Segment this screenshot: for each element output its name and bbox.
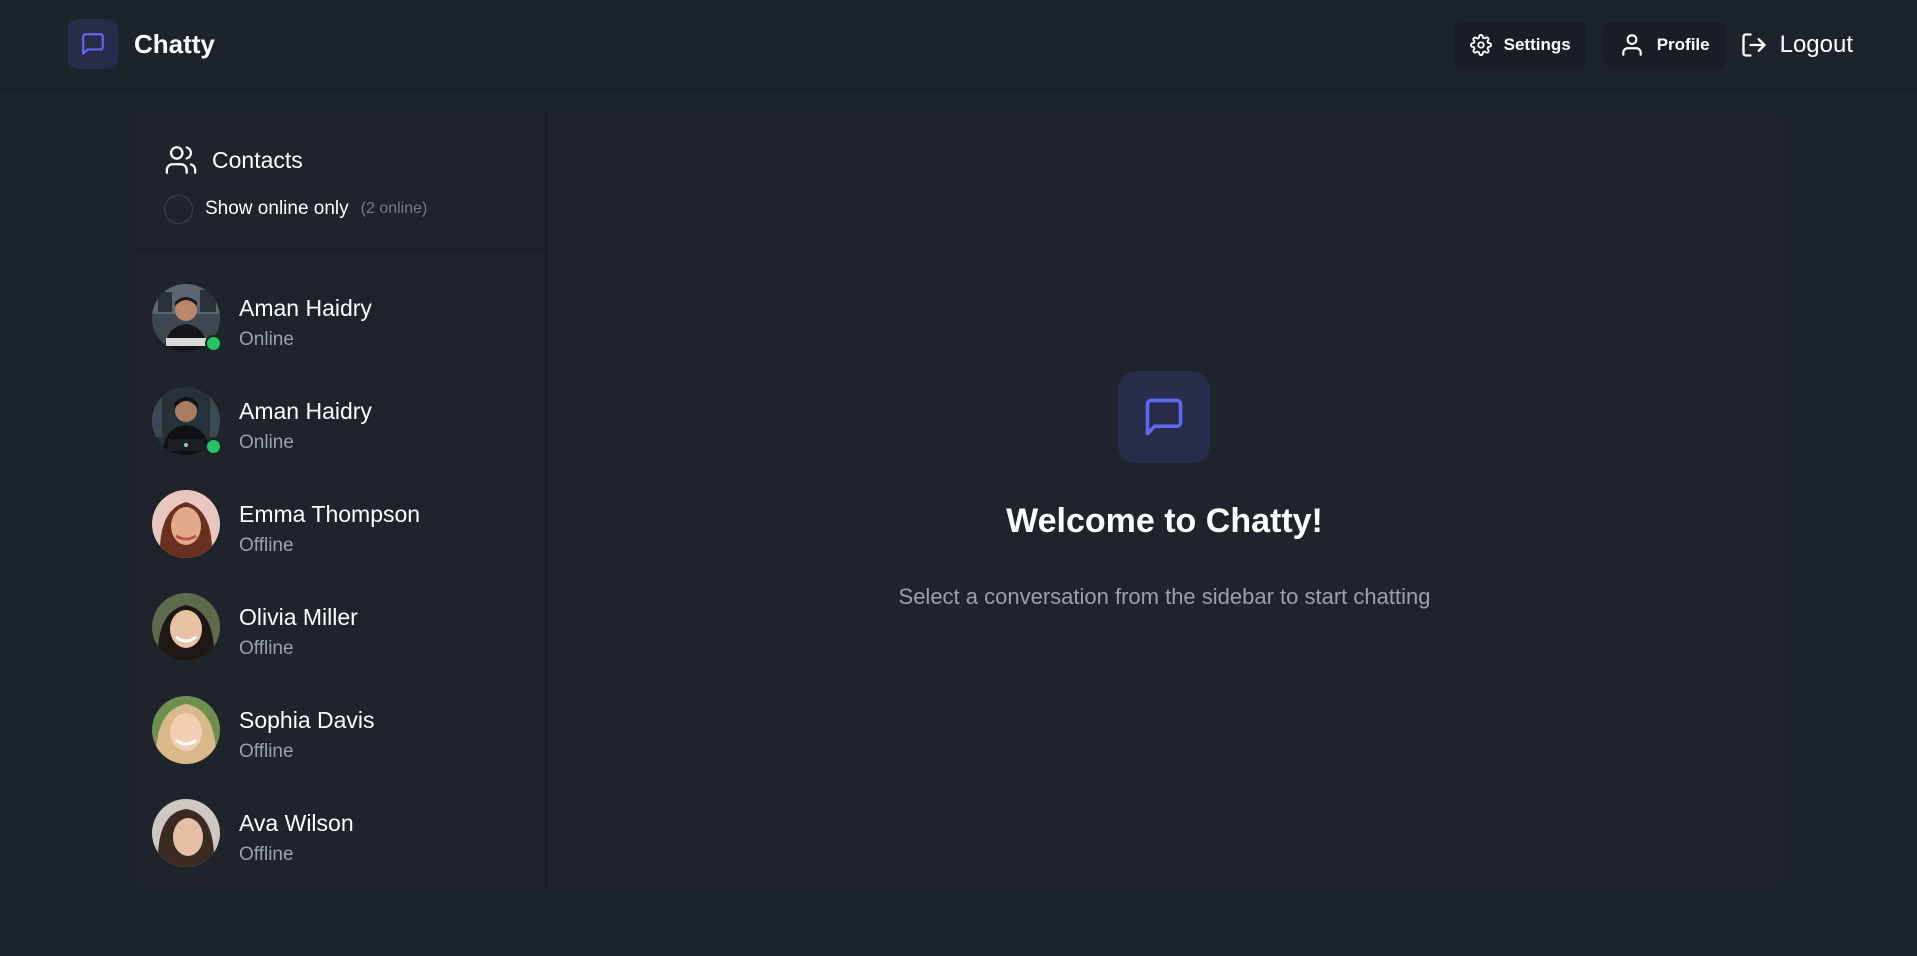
- contact-status: Offline: [239, 741, 294, 762]
- avatar: [152, 799, 220, 867]
- avatar: [152, 696, 220, 764]
- users-icon: [165, 146, 197, 174]
- online-status-dot: [205, 335, 222, 352]
- contact-name: Emma Thompson: [239, 501, 421, 527]
- online-filter: Show online only (2 online): [164, 192, 427, 226]
- contact-name: Aman Haidry: [239, 398, 372, 424]
- avatar: [152, 490, 220, 558]
- settings-button[interactable]: Settings: [1453, 22, 1587, 68]
- contact-item[interactable]: Emma Thompson Offline: [136, 468, 547, 571]
- logout-button[interactable]: Logout: [1732, 22, 1853, 68]
- show-online-only-checkbox[interactable]: [164, 194, 193, 224]
- chat-container: Contacts Show online only (2 online) Ama…: [136, 112, 1782, 887]
- contact-item[interactable]: Olivia Miller Offline: [136, 571, 547, 674]
- contact-status: Online: [239, 329, 294, 350]
- brand-link[interactable]: Chatty: [68, 18, 215, 70]
- contact-name: Sophia Davis: [239, 707, 375, 733]
- online-status-dot: [205, 438, 222, 455]
- contact-item[interactable]: Sophia Davis Offline: [136, 674, 547, 777]
- contact-status: Offline: [239, 844, 294, 865]
- settings-icon: [1469, 34, 1492, 56]
- sidebar-header: Contacts Show online only (2 online): [136, 112, 547, 250]
- contact-item[interactable]: Ava Wilson Offline: [136, 777, 547, 880]
- contacts-heading: Contacts: [164, 140, 303, 180]
- settings-label: Settings: [1503, 35, 1571, 54]
- logout-label: Logout: [1779, 31, 1853, 58]
- contact-list: Aman Haidry Online Aman Haidry Online Em…: [136, 262, 547, 880]
- brand-name: Chatty: [134, 28, 215, 59]
- profile-button[interactable]: Profile: [1602, 22, 1726, 68]
- message-square-icon: [1118, 371, 1210, 463]
- contact-status: Offline: [239, 638, 294, 659]
- user-icon: [1621, 34, 1642, 56]
- message-square-icon: [68, 19, 118, 69]
- welcome-subtitle: Select a conversation from the sidebar t…: [898, 584, 1431, 609]
- online-count: (2 online): [360, 200, 428, 217]
- contact-item[interactable]: Aman Haidry Online: [136, 365, 547, 468]
- welcome-title: Welcome to Chatty!: [1006, 502, 1323, 540]
- contact-item[interactable]: Aman Haidry Online: [136, 262, 547, 365]
- logout-icon: [1741, 33, 1766, 57]
- show-online-only-label[interactable]: Show online only: [205, 198, 349, 220]
- avatar: [152, 593, 220, 661]
- contacts-sidebar: Contacts Show online only (2 online) Ama…: [136, 112, 547, 887]
- contact-status: Offline: [239, 535, 294, 556]
- contacts-title: Contacts: [212, 146, 303, 173]
- contact-name: Ava Wilson: [239, 810, 354, 836]
- profile-label: Profile: [1656, 35, 1710, 54]
- contact-name: Aman Haidry: [239, 295, 372, 321]
- top-navbar: Chatty Settings Profile Logout: [0, 0, 1917, 90]
- welcome-panel: Welcome to Chatty! Select a conversation…: [547, 112, 1782, 887]
- nav-actions: Settings Profile Logout: [1438, 22, 1853, 68]
- contact-status: Online: [239, 432, 294, 453]
- contact-name: Olivia Miller: [239, 604, 358, 630]
